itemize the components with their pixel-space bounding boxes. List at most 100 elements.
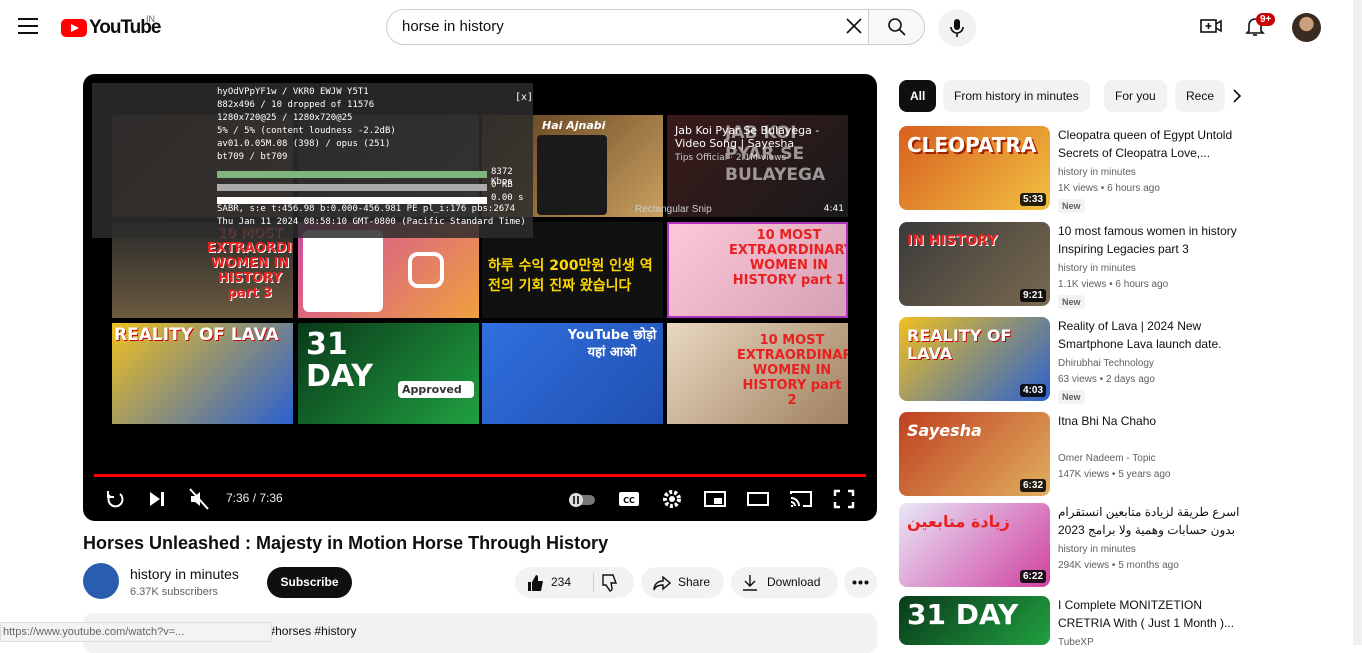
video-thumbnail[interactable]: زيادة متابعين 6:22	[899, 503, 1050, 587]
video-duration: 6:32	[1019, 479, 1046, 492]
thumb-text: Approved	[398, 381, 474, 398]
video-thumbnail[interactable]: IN HISTORY 9:21	[899, 222, 1050, 306]
like-count: 234	[551, 575, 572, 589]
thumbnail-text: IN HISTORY	[907, 233, 998, 249]
thumbnail-text: زيادة متابعين	[907, 512, 1010, 531]
download-label: Download	[767, 575, 821, 589]
like-button[interactable]: 234	[515, 567, 593, 598]
channel-name[interactable]: TubeXP	[1058, 637, 1094, 648]
endscreen-video-tile[interactable]: 10 MOST EXTRAORDINARY WOMEN IN HISTORY p…	[667, 222, 848, 318]
autoplay-toggle[interactable]	[567, 485, 599, 513]
stats-close-button[interactable]: [x]	[515, 92, 533, 103]
recommended-video[interactable]: IN HISTORY 9:21 10 most famous women in hi…	[899, 222, 1359, 309]
recommended-video[interactable]: 31 DAY I Complete MONITZETION CRETRIA Wit…	[899, 596, 1359, 648]
share-icon	[653, 575, 671, 591]
video-title[interactable]: اسرع طريقة لزيادة متابعين انستقرام بدون …	[1058, 503, 1248, 539]
stats-value: bt709 / bt709	[217, 152, 288, 162]
video-thumbnail[interactable]: CLEOPATRA 5:33	[899, 126, 1050, 210]
video-thumbnail[interactable]: REALITY OF LAVA 4:03	[899, 317, 1050, 401]
stats-value: 5% / 5% (content loudness -2.2dB)	[217, 126, 396, 136]
chip-from-channel[interactable]: From history in minutes	[943, 80, 1090, 112]
video-thumbnail[interactable]: Sayesha 6:32	[899, 412, 1050, 496]
endscreen-video-tile[interactable]: 10 MOST EXTRAORDINARY WOMEN IN HISTORY p…	[667, 323, 848, 424]
thumb-text: REALITY OF LAVA	[114, 325, 279, 345]
endscreen-video-tile[interactable]: REALITY OF LAVA	[112, 323, 293, 424]
video-title[interactable]: Reality of Lava | 2024 New Smartphone La…	[1058, 317, 1248, 353]
thumbnail-text: CLEOPATRA	[907, 133, 1037, 157]
thumbnail-text: Sayesha	[907, 421, 982, 440]
progress-bar[interactable]	[94, 474, 866, 477]
video-title: Horses Unleashed : Majesty in Motion Hor…	[83, 533, 609, 553]
settings-gear-icon[interactable]	[661, 485, 683, 513]
recommended-video[interactable]: REALITY OF LAVA 4:03 Reality of Lava | 202…	[899, 317, 1359, 404]
fullscreen-icon[interactable]	[833, 485, 855, 513]
chip-all[interactable]: All	[899, 80, 937, 112]
stats-for-nerds-panel: Video ID / sCPNhyOdVPpYF1w / VKR0 EWJW Y…	[92, 83, 533, 238]
channel-name[interactable]: Dhirubhai Technology	[1058, 358, 1154, 369]
divider	[593, 573, 594, 592]
video-title[interactable]: I Complete MONITZETION CRETRIA With ( Ju…	[1058, 596, 1248, 632]
endscreen-video-tile-jab-koi[interactable]: JAB KOI PYAR SE BULAYEGA Jab Koi Pyar Se…	[667, 115, 848, 217]
endscreen-video-channel: Tips Official · 2.1M views	[675, 153, 787, 163]
channel-name[interactable]: history in minutes	[1058, 167, 1136, 178]
share-button[interactable]: Share	[641, 567, 724, 598]
clear-search-icon[interactable]	[842, 14, 866, 38]
youtube-play-icon	[61, 19, 87, 37]
recommended-video[interactable]: زيادة متابعين 6:22 اسرع طريقة لزيادة متابع…	[899, 503, 1359, 589]
channel-avatar[interactable]	[83, 563, 119, 599]
chevron-right-icon[interactable]	[1230, 89, 1244, 103]
video-title[interactable]: 10 most famous women in history Inspirin…	[1058, 222, 1248, 258]
endscreen-video-tile[interactable]: 31 DAY Approved	[298, 323, 479, 424]
network-activity-bar	[217, 184, 487, 191]
endscreen-duration: 4:41	[823, 204, 844, 214]
subscriber-count: 6.37K subscribers	[130, 586, 219, 598]
video-meta: 294K views • 5 months ago	[1058, 560, 1179, 571]
recommended-video[interactable]: Sayesha 6:32 Itna Bhi Na Chaho Omer Nadeem …	[899, 412, 1359, 498]
endscreen-video-title: Jab Koi Pyar Se Bulayega - Video Song | …	[675, 124, 820, 150]
miniplayer-icon[interactable]	[703, 485, 727, 513]
search-input[interactable]: horse in history	[386, 9, 869, 45]
video-thumbnail[interactable]: 31 DAY	[899, 596, 1050, 645]
channel-name[interactable]: Omer Nadeem - Topic	[1058, 453, 1156, 464]
create-video-icon[interactable]	[1199, 14, 1223, 38]
channel-name[interactable]: history in minutes	[1058, 544, 1136, 555]
account-avatar[interactable]	[1292, 13, 1321, 42]
video-title[interactable]: Cleopatra queen of Egypt Untold Secrets …	[1058, 126, 1248, 162]
subscribe-button[interactable]: Subscribe	[267, 567, 352, 598]
next-video-icon[interactable]	[147, 485, 167, 513]
channel-name[interactable]: history in minutes	[1058, 263, 1136, 274]
chip-recent[interactable]: Rece	[1175, 80, 1225, 112]
video-meta: 147K views • 5 years ago	[1058, 469, 1171, 480]
buffer-health-value: 0.00 s	[491, 193, 524, 203]
search-button[interactable]	[868, 9, 925, 45]
theater-mode-icon[interactable]	[746, 485, 770, 513]
hamburger-menu-icon[interactable]	[18, 18, 38, 34]
thumb-text: 10 MOST EXTRAORDINARY WOMEN IN HISTORY p…	[729, 228, 848, 288]
network-activity-value: 0 KB	[491, 180, 513, 190]
captions-icon[interactable]: CC	[618, 485, 640, 513]
youtube-logo[interactable]: YouTube IN	[61, 14, 161, 39]
stats-value: hyOdVPpYF1w / VKR0 EWJW Y5T1	[217, 87, 369, 97]
recommended-video[interactable]: CLEOPATRA 5:33 Cleopatra queen of Egypt Un…	[899, 126, 1359, 213]
thumbs-up-icon	[528, 575, 543, 591]
video-player[interactable]: Hai Ajnabi JAB KOI PYAR SE BULAYEGA Jab …	[83, 74, 877, 521]
more-actions-button[interactable]	[844, 567, 877, 598]
more-dots-icon	[852, 580, 869, 585]
new-badge: New	[1058, 199, 1085, 213]
video-duration: 4:03	[1019, 384, 1046, 397]
mute-icon[interactable]	[188, 485, 210, 513]
endscreen-video-tile[interactable]: YouTube छोड़ो यहां आओ	[482, 323, 663, 424]
channel-name[interactable]: history in minutes	[130, 566, 239, 582]
voice-search-button[interactable]	[938, 9, 976, 47]
cast-icon[interactable]	[789, 485, 813, 513]
download-icon	[743, 575, 757, 591]
video-title[interactable]: Itna Bhi Na Chaho	[1058, 412, 1248, 430]
download-button[interactable]: Download	[731, 567, 838, 598]
replay-icon[interactable]	[104, 485, 126, 513]
region-code: IN	[146, 14, 155, 24]
video-meta: 1.1K views • 6 hours ago	[1058, 279, 1169, 290]
chip-for-you[interactable]: For you	[1104, 80, 1167, 112]
thumb-text: 10 MOST EXTRAORDINARY WOMEN IN HISTORY p…	[737, 333, 848, 408]
new-badge: New	[1058, 390, 1085, 404]
thumbs-down-icon[interactable]	[600, 574, 618, 592]
